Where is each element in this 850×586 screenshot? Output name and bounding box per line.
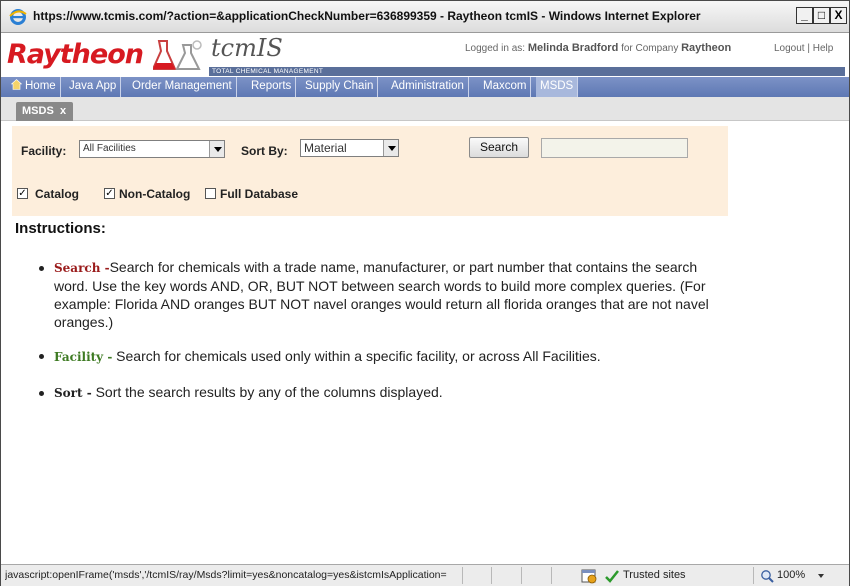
raytheon-logo: Raytheon [7, 39, 144, 70]
minimize-button[interactable]: _ [796, 7, 813, 24]
instruction-facility: Facility - Search for chemicals used onl… [54, 347, 714, 366]
facility-select[interactable]: All Facilities [79, 140, 225, 158]
tab-msds[interactable]: MSDS x [16, 102, 73, 121]
chevron-down-icon [209, 141, 224, 157]
chevron-down-icon [383, 140, 398, 156]
security-zone[interactable]: Trusted sites [623, 569, 686, 581]
sortby-label: Sort By: [241, 144, 288, 158]
user-name: Melinda Bradford [527, 42, 619, 54]
instruction-facility-keyword: Facility - [54, 350, 113, 364]
nav-item-maxcom[interactable]: Maxcom [479, 77, 532, 97]
instruction-search-text: Search for chemicals with a trade name, … [54, 259, 709, 330]
nav-item-msds[interactable]: MSDS [536, 77, 579, 97]
nav-item-supply-chain[interactable]: Supply Chain [301, 77, 379, 97]
checkmark-icon [605, 570, 619, 583]
sortby-select-value: Material [304, 141, 347, 155]
ie-icon [9, 9, 27, 25]
bullet-icon [39, 266, 44, 271]
nav-item-java-app[interactable]: Java App [65, 77, 122, 97]
search-button[interactable]: Search [469, 137, 529, 158]
login-info: Logged in as: Melinda Bradford for Compa… [465, 42, 731, 54]
instruction-search-keyword: Search - [54, 261, 110, 275]
nav-item-administration[interactable]: Administration [387, 77, 469, 97]
fulldb-checkbox[interactable] [205, 188, 216, 199]
instruction-sort: Sort - Sort the search results by any of… [54, 383, 714, 402]
tab-msds-label: MSDS [22, 105, 54, 117]
instruction-sort-text: Sort the search results by any of the co… [91, 384, 443, 400]
zoom-icon [761, 570, 774, 583]
status-separator [491, 567, 492, 584]
company-label: for Company [621, 43, 679, 54]
main-nav: Home Java App Order Management Reports S… [1, 77, 849, 97]
catalog-label: Catalog [35, 187, 80, 201]
nav-item-home[interactable]: Home [7, 77, 61, 97]
maximize-button[interactable]: □ [813, 7, 830, 24]
instructions-title: Instructions: [15, 220, 106, 237]
logo-subtitle-bar: TOTAL CHEMICAL MANAGEMENT [209, 67, 845, 76]
tab-close-icon[interactable]: x [60, 102, 66, 121]
bullet-icon [39, 354, 44, 359]
instruction-facility-text: Search for chemicals used only within a … [112, 348, 601, 364]
flask-logo-icon [153, 40, 202, 70]
sortby-select[interactable]: Material [300, 139, 399, 157]
bullet-icon [39, 391, 44, 396]
close-window-button[interactable]: X [830, 7, 847, 24]
status-separator [521, 567, 522, 584]
noncatalog-label: Non-Catalog [119, 187, 191, 201]
popup-blocked-icon [581, 569, 597, 584]
status-url: javascript:openIFrame('msds','/tcmIS/ray… [5, 569, 447, 581]
company-name: Raytheon [681, 42, 732, 54]
app-header: Raytheon tcmIS TOTAL CHEMICAL MANAGEMENT… [1, 34, 849, 76]
fulldb-label: Full Database [220, 187, 299, 201]
instruction-search: Search -Search for chemicals with a trad… [54, 258, 714, 331]
window-title: https://www.tcmis.com/?action=&applicati… [33, 9, 701, 23]
status-bar: javascript:openIFrame('msds','/tcmIS/ray… [1, 564, 849, 586]
home-icon [11, 79, 22, 90]
tcmis-logo: tcmIS [211, 34, 283, 62]
nav-item-reports[interactable]: Reports [247, 77, 297, 97]
tab-strip: MSDS x [1, 97, 849, 121]
status-separator [551, 567, 552, 584]
catalog-checkbox[interactable]: ✓ [17, 188, 28, 199]
browser-window: https://www.tcmis.com/?action=&applicati… [0, 0, 850, 586]
search-panel: Facility: All Facilities Sort By: Materi… [12, 126, 728, 216]
search-input[interactable] [541, 138, 688, 158]
status-separator [462, 567, 463, 584]
logo-subtitle: TOTAL CHEMICAL MANAGEMENT [212, 68, 324, 75]
facility-select-value: All Facilities [83, 143, 136, 154]
instruction-sort-keyword: Sort - [54, 386, 92, 400]
logged-in-label: Logged in as: [465, 43, 526, 54]
nav-item-order-management[interactable]: Order Management [128, 77, 237, 97]
status-separator [753, 567, 754, 584]
noncatalog-checkbox[interactable]: ✓ [104, 188, 115, 199]
zoom-level[interactable]: 100% [777, 569, 805, 581]
zoom-dropdown-icon[interactable] [818, 574, 824, 578]
title-bar: https://www.tcmis.com/?action=&applicati… [1, 1, 849, 33]
help-link[interactable]: Help [813, 43, 834, 54]
facility-label: Facility: [21, 144, 67, 158]
nav-label-home: Home [25, 80, 56, 92]
logout-link[interactable]: Logout [774, 43, 805, 54]
link-separator: | [807, 43, 810, 54]
header-links: Logout | Help [774, 43, 833, 54]
